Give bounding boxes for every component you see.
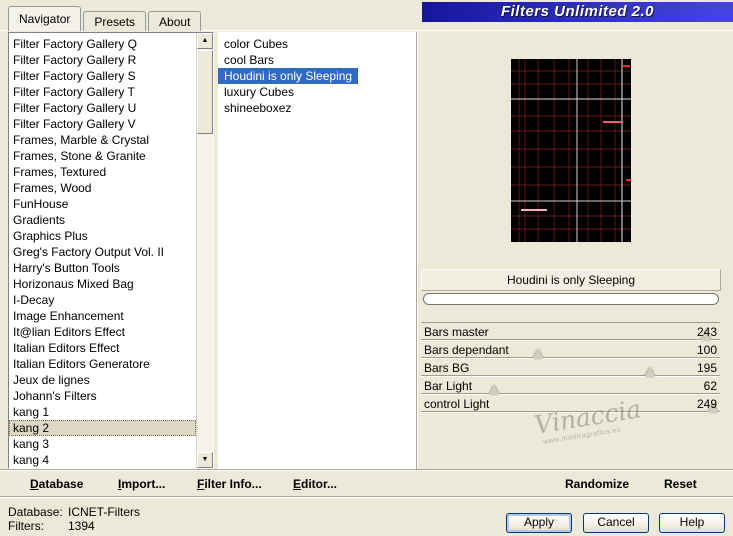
category-item[interactable]: Italian Editors Effect	[9, 340, 196, 356]
slider-row: Bars dependant 100	[421, 341, 720, 359]
slider-row: Bars master 243	[421, 323, 720, 341]
slider-track[interactable]	[421, 339, 720, 340]
category-item[interactable]: Gradients	[9, 212, 196, 228]
tab-presets[interactable]: Presets	[83, 11, 147, 31]
filters-count-label: Filters:	[8, 519, 44, 533]
scrollbar-thumb[interactable]	[197, 50, 213, 134]
slider-row: Bar Light 62	[421, 377, 720, 395]
category-item[interactable]: Filter Factory Gallery R	[9, 52, 196, 68]
slider-track[interactable]	[421, 375, 720, 376]
category-list: Filter Factory Gallery Q Filter Factory G…	[9, 33, 196, 468]
scroll-down-icon[interactable]: ▼	[197, 452, 213, 468]
cancel-button[interactable]: Cancel	[583, 513, 649, 533]
category-item[interactable]: kang 1	[9, 404, 196, 420]
filter-item[interactable]: cool Bars	[218, 52, 416, 68]
slider-label: Bar Light	[424, 379, 473, 393]
category-item[interactable]: Frames, Textured	[9, 164, 196, 180]
editor-button[interactable]: Editor...	[293, 477, 337, 491]
slider-thumb[interactable]	[644, 367, 655, 376]
tab-about[interactable]: About	[148, 11, 202, 31]
reset-button[interactable]: Reset	[664, 477, 697, 491]
slider-value: 62	[703, 379, 717, 393]
category-item[interactable]: Johann's Filters	[9, 388, 196, 404]
slider-rows: Bars master 243 Bars dependant 100 Bars BG 19…	[421, 322, 720, 413]
slider-value: 195	[696, 361, 717, 375]
category-item[interactable]: kang 3	[9, 436, 196, 452]
randomize-button[interactable]: Randomize	[565, 477, 629, 491]
category-item[interactable]: Jeux de lignes	[9, 372, 196, 388]
category-item[interactable]: Graphics Plus	[9, 228, 196, 244]
slider-label: control Light	[424, 397, 490, 411]
category-scrollbar[interactable]: ▲ ▼	[196, 33, 213, 468]
category-item[interactable]: Filter Factory Gallery V	[9, 116, 196, 132]
category-item[interactable]: Harry's Button Tools	[9, 260, 196, 276]
category-item[interactable]: kang 2	[9, 420, 196, 436]
toolbar: Database Import... Filter Info... Editor…	[0, 470, 733, 497]
category-item[interactable]: I-Decay	[9, 292, 196, 308]
category-item[interactable]: Filter Factory Gallery T	[9, 84, 196, 100]
category-item[interactable]: Italian Editors Generatore	[9, 356, 196, 372]
import-button[interactable]: Import...	[118, 477, 165, 491]
selected-filter-name: Houdini is only Sleeping	[421, 269, 721, 291]
category-item[interactable]: Filter Factory Gallery S	[9, 68, 196, 84]
category-item[interactable]: Frames, Wood	[9, 180, 196, 196]
slider-row: Bars BG 195	[421, 359, 720, 377]
panel-divider	[416, 32, 418, 469]
filter-info-button[interactable]: Filter Info...	[197, 477, 262, 491]
slider-label: Bars BG	[424, 361, 470, 375]
database-button[interactable]: Database	[30, 477, 83, 491]
apply-button[interactable]: Apply	[506, 513, 572, 533]
filter-item[interactable]: shineeboxez	[218, 100, 416, 116]
database-status-label: Database:	[8, 505, 63, 519]
preview-image	[511, 59, 631, 242]
progress-bar	[423, 293, 719, 305]
slider-value: 243	[696, 325, 717, 339]
category-item[interactable]: Image Enhancement	[9, 308, 196, 324]
slider-thumb[interactable]	[488, 385, 499, 394]
app-title-banner: Filters Unlimited 2.0	[422, 2, 733, 22]
filter-item[interactable]: Houdini is only Sleeping	[218, 68, 359, 84]
slider-thumb[interactable]	[533, 349, 544, 358]
category-item[interactable]: Filter Factory Gallery Q	[9, 36, 196, 52]
slider-label: Bars dependant	[424, 343, 509, 357]
category-item[interactable]: It@lian Editors Effect	[9, 324, 196, 340]
filters-count-value: 1394	[68, 519, 95, 533]
slider-value: 100	[696, 343, 717, 357]
slider-track[interactable]	[421, 357, 720, 358]
slider-row: control Light 249	[421, 395, 720, 413]
database-status-value: ICNET-Filters	[68, 505, 140, 519]
category-item[interactable]: FunHouse	[9, 196, 196, 212]
filter-list: color Cubes cool Bars Houdini is only Slee…	[218, 32, 416, 469]
category-item[interactable]: kang 4	[9, 452, 196, 468]
category-item[interactable]: Frames, Stone & Granite	[9, 148, 196, 164]
slider-track[interactable]	[421, 393, 720, 394]
slider-value: 249	[696, 397, 717, 411]
slider-track[interactable]	[421, 411, 720, 412]
help-button[interactable]: Help	[659, 513, 725, 533]
filter-item[interactable]: luxury Cubes	[218, 84, 416, 100]
tab-bar: Navigator Presets About	[8, 6, 202, 31]
scroll-up-icon[interactable]: ▲	[197, 33, 213, 49]
preview-grid-art	[511, 59, 631, 242]
category-item[interactable]: Greg's Factory Output Vol. II	[9, 244, 196, 260]
filters-unlimited-dialog: Navigator Presets About Filters Unlimite…	[0, 0, 733, 536]
filter-item[interactable]: color Cubes	[218, 36, 416, 52]
watermark-url: www.madiragrafica.eu	[542, 426, 622, 446]
tab-navigator[interactable]: Navigator	[8, 6, 82, 31]
category-item[interactable]: Filter Factory Gallery U	[9, 100, 196, 116]
category-item[interactable]: Horizonaus Mixed Bag	[9, 276, 196, 292]
slider-label: Bars master	[424, 325, 489, 339]
category-listbox: Filter Factory Gallery Q Filter Factory G…	[8, 32, 214, 469]
category-item[interactable]: Frames, Marble & Crystal	[9, 132, 196, 148]
